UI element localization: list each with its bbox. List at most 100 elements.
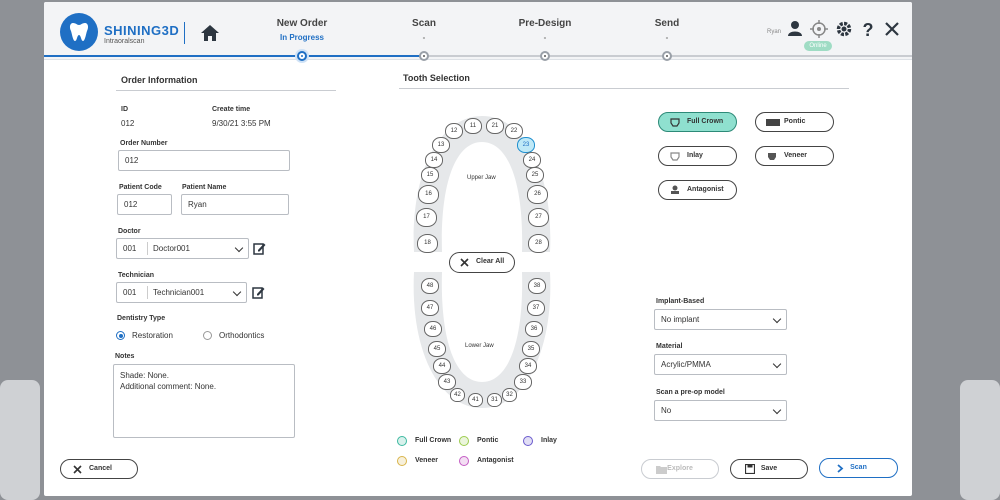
step-dot-send [662,51,672,61]
step-scan[interactable]: Scan - [374,18,474,42]
antagonist-button[interactable]: Antagonist [658,180,737,200]
inlay-button[interactable]: Inlay [658,146,737,166]
device-bezel-left [0,380,40,500]
tooth-28[interactable]: 28 [528,234,549,253]
tooth-47[interactable]: 47 [421,300,439,316]
step-new-order[interactable]: New Order In Progress [252,18,352,42]
doctor-value: Doctor001 [153,244,190,253]
patient-name-field[interactable]: Ryan [181,194,289,215]
edit-doctor-icon[interactable] [253,242,266,255]
material-value: Acrylic/PMMA [661,360,711,369]
tooth-37[interactable]: 37 [527,300,545,316]
tooth-36[interactable]: 36 [525,321,543,337]
tooth-22[interactable]: 22 [505,123,523,139]
step-pre-design[interactable]: Pre-Design - [495,18,595,42]
step-status: In Progress [279,33,324,42]
implant-based-select[interactable]: No implant [654,309,787,330]
tooth-44[interactable]: 44 [433,358,451,374]
tooth-41[interactable]: 41 [468,393,483,407]
chevron-down-icon [772,314,782,324]
clear-all-button[interactable]: Clear All [449,252,515,273]
veneer-button[interactable]: Veneer [755,146,834,166]
material-select[interactable]: Acrylic/PMMA [654,354,787,375]
patient-name-label: Patient Name [182,184,227,191]
pill-label: Inlay [687,152,703,159]
doctor-select[interactable]: 001 Doctor001 [116,238,249,259]
step-dot-pre-design [540,51,550,61]
save-button[interactable]: Save [730,459,808,479]
step-title: Scan [412,18,436,29]
user-icon[interactable] [785,20,805,40]
tooth-31[interactable]: 31 [487,393,502,407]
tooth-24[interactable]: 24 [523,152,541,168]
technician-value: Technician001 [153,288,205,297]
tooth-48[interactable]: 48 [421,278,439,294]
close-icon[interactable] [882,20,902,40]
tooth-21[interactable]: 21 [486,118,504,134]
pontic-button[interactable]: Pontic [755,112,834,132]
tooth-42[interactable]: 42 [450,388,465,402]
tooth-25[interactable]: 25 [526,167,544,183]
pill-label: Full Crown [687,118,724,125]
full-crown-button[interactable]: Full Crown [658,112,737,132]
edit-technician-icon[interactable] [252,286,265,299]
tooth-26[interactable]: 26 [527,185,548,204]
veneer-icon [766,151,778,160]
cancel-button[interactable]: Cancel [60,459,138,479]
technician-select[interactable]: 001 Technician001 [116,282,247,303]
material-label: Material [656,343,683,350]
inlay-icon [669,151,681,161]
pill-label: Pontic [784,118,806,125]
explore-button[interactable]: Explore [641,459,719,479]
section-divider [116,90,336,91]
tooth-selection-title: Tooth Selection [403,73,470,83]
tooth-18[interactable]: 18 [417,234,438,253]
legend-label: Veneer [415,457,438,464]
tooth-23[interactable]: 23 [517,137,535,153]
order-number-field[interactable]: 012 [118,150,290,171]
scan-button[interactable]: Scan [819,458,898,478]
pre-op-model-select[interactable]: No [654,400,787,421]
doctor-label: Doctor [118,228,141,235]
orthodontics-radio[interactable] [203,331,212,340]
tooth-46[interactable]: 46 [424,321,442,337]
tooth-33[interactable]: 33 [514,374,532,390]
tooth-27[interactable]: 27 [528,208,549,227]
tooth-38[interactable]: 38 [528,278,546,294]
tooth-32[interactable]: 32 [502,388,517,402]
device-bezel-right [960,380,1000,500]
legend-label: Full Crown [415,437,452,444]
order-number-label: Order Number [120,140,168,147]
tooth-11[interactable]: 11 [464,118,482,134]
patient-code-field[interactable]: 012 [117,194,172,215]
tooth-16[interactable]: 16 [418,185,439,204]
tooth-12[interactable]: 12 [445,123,463,139]
step-dot-scan [419,51,429,61]
target-icon[interactable] [809,20,829,40]
order-information-title: Order Information [121,75,198,85]
legend-label: Inlay [541,437,557,444]
tooth-13[interactable]: 13 [432,137,450,153]
doctor-code: 001 [123,244,137,253]
tooth-15[interactable]: 15 [421,167,439,183]
tooth-17[interactable]: 17 [416,208,437,227]
close-icon [73,464,82,481]
tooth-35[interactable]: 35 [522,341,540,357]
gear-icon[interactable] [834,20,854,40]
create-time-value: 9/30/21 3:55 PM [212,119,271,128]
pre-op-value: No [661,406,672,415]
home-icon[interactable] [200,24,220,42]
help-icon[interactable]: ? [858,20,878,40]
tooth-45[interactable]: 45 [428,341,446,357]
upper-jaw-label: Upper Jaw [467,175,496,181]
restoration-radio[interactable] [116,331,125,340]
step-status: - [665,33,669,42]
field-divider [147,242,148,255]
lower-jaw-label: Lower Jaw [465,343,494,349]
notes-field[interactable]: Shade: None. Additional comment: None. [113,364,295,438]
tooth-14[interactable]: 14 [425,152,443,168]
clear-all-label: Clear All [476,258,505,265]
save-label: Save [760,465,778,472]
step-send[interactable]: Send - [617,18,717,42]
tooth-34[interactable]: 34 [519,358,537,374]
